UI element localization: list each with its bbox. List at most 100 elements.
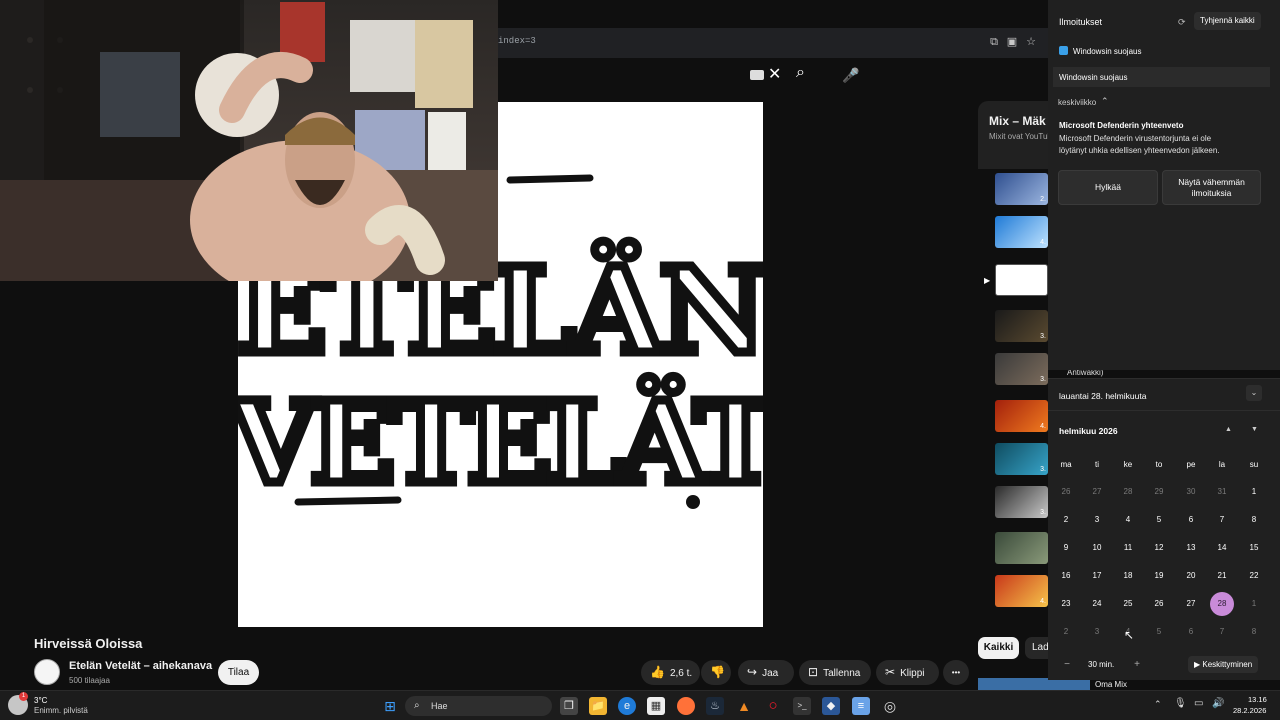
calendar-day[interactable]: 27 [1085, 481, 1109, 503]
decrease-focus-icon[interactable]: − [1060, 658, 1074, 672]
network-icon[interactable]: ▭ [1194, 698, 1203, 709]
calendar-day[interactable]: 31 [1210, 481, 1234, 503]
calendar-day[interactable]: 1 [1242, 593, 1266, 615]
subscribe-button[interactable]: Tilaa [218, 660, 259, 685]
calendar-day[interactable]: 23 [1054, 593, 1078, 615]
calendar-day[interactable]: 1 [1242, 481, 1266, 503]
task-view-icon[interactable]: ❐ [560, 697, 578, 715]
next-month-icon[interactable]: ▼ [1251, 426, 1258, 433]
notification-group-row[interactable]: Windowsin suojaus [1053, 67, 1270, 87]
playlist-thumbnail[interactable]: 4. [995, 216, 1048, 248]
file-explorer-icon[interactable]: 📁 [589, 697, 607, 715]
calendar-day[interactable]: 29 [1147, 481, 1171, 503]
playlist-thumbnail[interactable]: 4. [995, 400, 1048, 432]
playlist-thumbnail[interactable]: 2. [995, 173, 1048, 205]
obs-icon[interactable]: ◎ [881, 697, 899, 715]
dislike-button[interactable]: 👎 [701, 660, 731, 685]
search-icon[interactable]: ⌕ [796, 64, 805, 82]
bookmark-star-icon[interactable]: ☆ [1025, 36, 1037, 48]
calendar-day[interactable]: 15 [1242, 537, 1266, 559]
channel-name[interactable]: Etelän Vetelät – aihekanava [69, 660, 212, 672]
app-icon-generic[interactable]: ◆ [822, 697, 840, 715]
calendar-day[interactable]: 21 [1210, 565, 1234, 587]
playlist-thumbnail[interactable]: 3. [995, 353, 1048, 385]
playlist-thumbnail[interactable]: 3. [995, 310, 1048, 342]
clip-button[interactable]: ✂ Klippi [876, 660, 939, 685]
microphone-icon[interactable]: 🎤 [840, 64, 862, 86]
microphone-icon[interactable]: 🎙 [1174, 698, 1187, 709]
calendar-day[interactable]: 8 [1242, 621, 1266, 643]
channel-avatar[interactable] [34, 659, 60, 685]
screenshot-icon[interactable]: ⧉ [988, 36, 1000, 48]
calendar-day[interactable]: 9 [1054, 537, 1078, 559]
calendar-day-today[interactable]: 28 [1210, 592, 1234, 616]
steam-icon[interactable]: ♨ [706, 697, 724, 715]
calendar-day[interactable]: 25 [1116, 593, 1140, 615]
calendar-day[interactable]: 7 [1210, 621, 1234, 643]
calendar-day[interactable]: 22 [1242, 565, 1266, 587]
notepad-icon[interactable]: ≡ [852, 697, 870, 715]
calendar-day[interactable]: 11 [1116, 537, 1140, 559]
windows-start-icon[interactable]: ⊞ [381, 697, 399, 715]
clear-all-button[interactable]: Tyhjennä kaikki [1194, 12, 1261, 30]
calendar-day[interactable]: 14 [1210, 537, 1234, 559]
previous-month-icon[interactable]: ▲ [1225, 426, 1232, 433]
calendar-day[interactable]: 18 [1116, 565, 1140, 587]
playlist-thumbnail-current[interactable] [995, 264, 1048, 296]
dismiss-button[interactable]: Hylkää [1058, 170, 1158, 205]
calendar-day[interactable]: 3 [1085, 621, 1109, 643]
chevron-up-icon[interactable]: ⌃ [1101, 96, 1109, 107]
edge-browser-icon[interactable]: e [618, 697, 636, 715]
volume-icon[interactable]: 🔊 [1212, 698, 1224, 709]
tray-overflow-icon[interactable]: ⌃ [1154, 699, 1162, 710]
calendar-day[interactable]: 6 [1179, 509, 1203, 531]
filter-chip-all[interactable]: Kaikki [978, 637, 1019, 659]
firefox-icon[interactable] [677, 697, 695, 715]
calendar-day[interactable]: 19 [1147, 565, 1171, 587]
calendar-day[interactable]: 20 [1179, 565, 1203, 587]
playlist-thumbnail[interactable]: 3. [995, 443, 1048, 475]
taskbar-search[interactable]: ⌕ Hae [405, 696, 552, 716]
mix-title[interactable]: Mix – Mäk [989, 114, 1049, 128]
playlist-thumbnail[interactable] [995, 532, 1048, 564]
playlist-thumbnail[interactable]: 4. [995, 575, 1048, 607]
address-bar-fragment[interactable]: index=3 [498, 36, 536, 46]
filter-chip-2[interactable]: Lad [1025, 637, 1049, 659]
increase-focus-icon[interactable]: + [1130, 658, 1144, 672]
vlc-icon[interactable]: ▲ [735, 697, 753, 715]
calendar-day[interactable]: 7 [1210, 509, 1234, 531]
calendar-month-label[interactable]: helmikuu 2026 [1059, 426, 1118, 436]
clear-search-icon[interactable]: ✕ [768, 64, 781, 84]
like-button[interactable]: 👍 2,6 t. [641, 660, 700, 685]
terminal-icon[interactable]: >_ [793, 697, 811, 715]
calendar-day[interactable]: 8 [1242, 509, 1266, 531]
calendar-day[interactable]: 17 [1085, 565, 1109, 587]
focus-session-button[interactable]: ▶ Keskittyminen [1188, 656, 1259, 673]
calendar-day[interactable]: 3 [1085, 509, 1109, 531]
recommendation-title[interactable]: Oma Mix [1095, 680, 1127, 689]
save-page-icon[interactable]: ▣ [1006, 36, 1018, 48]
save-button[interactable]: ⊡ Tallenna [799, 660, 871, 685]
store-icon[interactable]: ▦ [647, 697, 665, 715]
calendar-day[interactable]: 16 [1054, 565, 1078, 587]
calendar-day[interactable]: 2 [1054, 509, 1078, 531]
calendar-day[interactable]: 27 [1179, 593, 1203, 615]
calendar-day[interactable]: 6 [1179, 621, 1203, 643]
clock-date[interactable]: 28.2.2026 [1233, 706, 1266, 715]
more-actions-button[interactable]: ••• [943, 660, 969, 685]
calendar-day[interactable]: 26 [1054, 481, 1078, 503]
show-fewer-button[interactable]: Näytä vähemmän ilmoituksia [1162, 170, 1261, 205]
calendar-day[interactable]: 4 [1116, 509, 1140, 531]
focus-settings-icon[interactable]: ⟳ [1178, 17, 1186, 28]
calendar-day[interactable]: 2 [1054, 621, 1078, 643]
playlist-thumbnail[interactable]: 3. [995, 486, 1048, 518]
calendar-day[interactable]: 10 [1085, 537, 1109, 559]
collapse-calendar-icon[interactable]: ⌄ [1246, 385, 1262, 401]
calendar-day[interactable]: 13 [1179, 537, 1203, 559]
calendar-day[interactable]: 12 [1147, 537, 1171, 559]
calendar-day[interactable]: 5 [1147, 509, 1171, 531]
keyboard-icon[interactable] [750, 70, 764, 80]
calendar-day[interactable]: 24 [1085, 593, 1109, 615]
opera-icon[interactable]: ○ [764, 697, 782, 715]
clock-time[interactable]: 13.16 [1248, 695, 1267, 704]
